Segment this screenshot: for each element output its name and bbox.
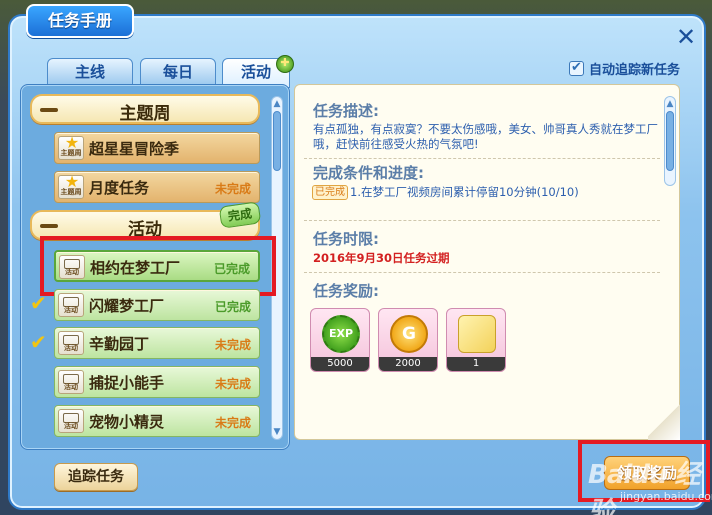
item-label: 捕捉小能手 (89, 374, 165, 392)
reward-exp[interactable]: EXP 5000 (310, 308, 370, 372)
item-status: 已完成 (214, 300, 251, 314)
window-title: 任务手册 (26, 4, 134, 38)
star-theme-icon: ★ 主题周 (58, 135, 84, 160)
watermark: Baidu 经验 jingyan.baidu.com (580, 448, 712, 515)
check-icon: ✔ (30, 330, 47, 354)
activity-icon: 活动 (58, 331, 84, 355)
reward-value: 1 (447, 357, 505, 371)
completed-badge: 已完成 (312, 184, 348, 200)
item-status: 未完成 (214, 182, 251, 196)
reward-value: 2000 (379, 357, 437, 371)
auto-track-label: 自动追踪新任务 (589, 62, 681, 78)
activity-icon: 活动 (58, 370, 84, 394)
divider (304, 158, 660, 159)
task-list-scroll-thumb[interactable] (273, 111, 281, 171)
tab-main-line[interactable]: 主线 (47, 58, 133, 86)
list-item-catch-master[interactable]: 活动 捕捉小能手 未完成 (54, 366, 260, 398)
reward-puzzle[interactable]: 1 (446, 308, 506, 372)
description-text: 有点孤独，有点寂寞？不要太伤感哦，美女、帅哥真人秀就在梦工厂哦，赶快前往感受火热… (313, 122, 658, 151)
baidu-logo: Baidu 经验 (588, 460, 700, 515)
item-label: 宠物小精灵 (89, 413, 165, 431)
gold-coin-icon: G (390, 315, 428, 353)
list-item-monthly-task[interactable]: ★ 主题周 月度任务 未完成 (54, 171, 260, 203)
star-theme-icon: ★ 主题周 (58, 174, 84, 199)
item-label: 辛勤园丁 (89, 335, 150, 353)
scroll-up-icon[interactable]: ▲ (271, 99, 283, 109)
scroll-up-icon[interactable]: ▲ (664, 99, 676, 109)
condition-title: 完成条件和进度: (313, 164, 424, 182)
activity-icon: 活动 (58, 293, 84, 317)
detail-scroll-thumb[interactable] (666, 111, 674, 171)
time-limit-title: 任务时限: (313, 230, 379, 248)
reward-value: 5000 (311, 357, 369, 371)
list-item-shining-factory[interactable]: 活动 闪耀梦工厂 已完成 (54, 289, 260, 321)
auto-track-checkbox[interactable] (569, 60, 584, 76)
list-item-pet-elf[interactable]: 活动 宠物小精灵 未完成 (54, 405, 260, 437)
item-status: 未完成 (214, 377, 251, 391)
tab-daily[interactable]: 每日 (140, 58, 216, 86)
gift-badge-icon: ✚ (276, 55, 294, 73)
item-status: 未完成 (214, 338, 251, 352)
item-label: 月度任务 (89, 179, 150, 197)
item-status: 未完成 (214, 416, 251, 430)
list-item-gardener[interactable]: 活动 辛勤园丁 未完成 (54, 327, 260, 359)
highlight-box (40, 236, 276, 296)
list-item-super-star[interactable]: ★ 主题周 超星星冒险季 (54, 132, 260, 164)
condition-line: 已完成 1.在梦工厂视频房间累计停留10分钟(10/10) (312, 184, 579, 200)
description-title: 任务描述: (313, 102, 379, 120)
track-task-button[interactable]: 追踪任务 (54, 463, 138, 491)
condition-text: 1.在梦工厂视频房间累计停留10分钟(10/10) (350, 185, 579, 199)
detail-scrollbar[interactable]: ▲ (664, 96, 676, 186)
category-theme-week[interactable]: 主题周 (30, 94, 260, 124)
reward-gold[interactable]: G 2000 (378, 308, 438, 372)
watermark-url: jingyan.baidu.com (620, 490, 712, 503)
puzzle-piece-icon (458, 315, 496, 353)
scroll-down-icon[interactable]: ▼ (271, 427, 283, 437)
item-label: 闪耀梦工厂 (89, 297, 165, 315)
activity-icon: 活动 (58, 409, 84, 433)
exp-icon: EXP (322, 315, 360, 353)
check-icon: ✔ (30, 291, 47, 315)
divider (304, 220, 660, 221)
reward-title: 任务奖励: (313, 282, 379, 300)
page-curl (648, 400, 680, 440)
category-label: 主题周 (119, 104, 171, 124)
auto-track-toggle[interactable]: 自动追踪新任务 (569, 58, 680, 78)
close-icon[interactable]: ✕ (674, 25, 698, 50)
deadline-text: 2016年9月30日任务过期 (313, 251, 450, 265)
divider (304, 272, 660, 273)
item-label: 超星星冒险季 (89, 140, 180, 158)
